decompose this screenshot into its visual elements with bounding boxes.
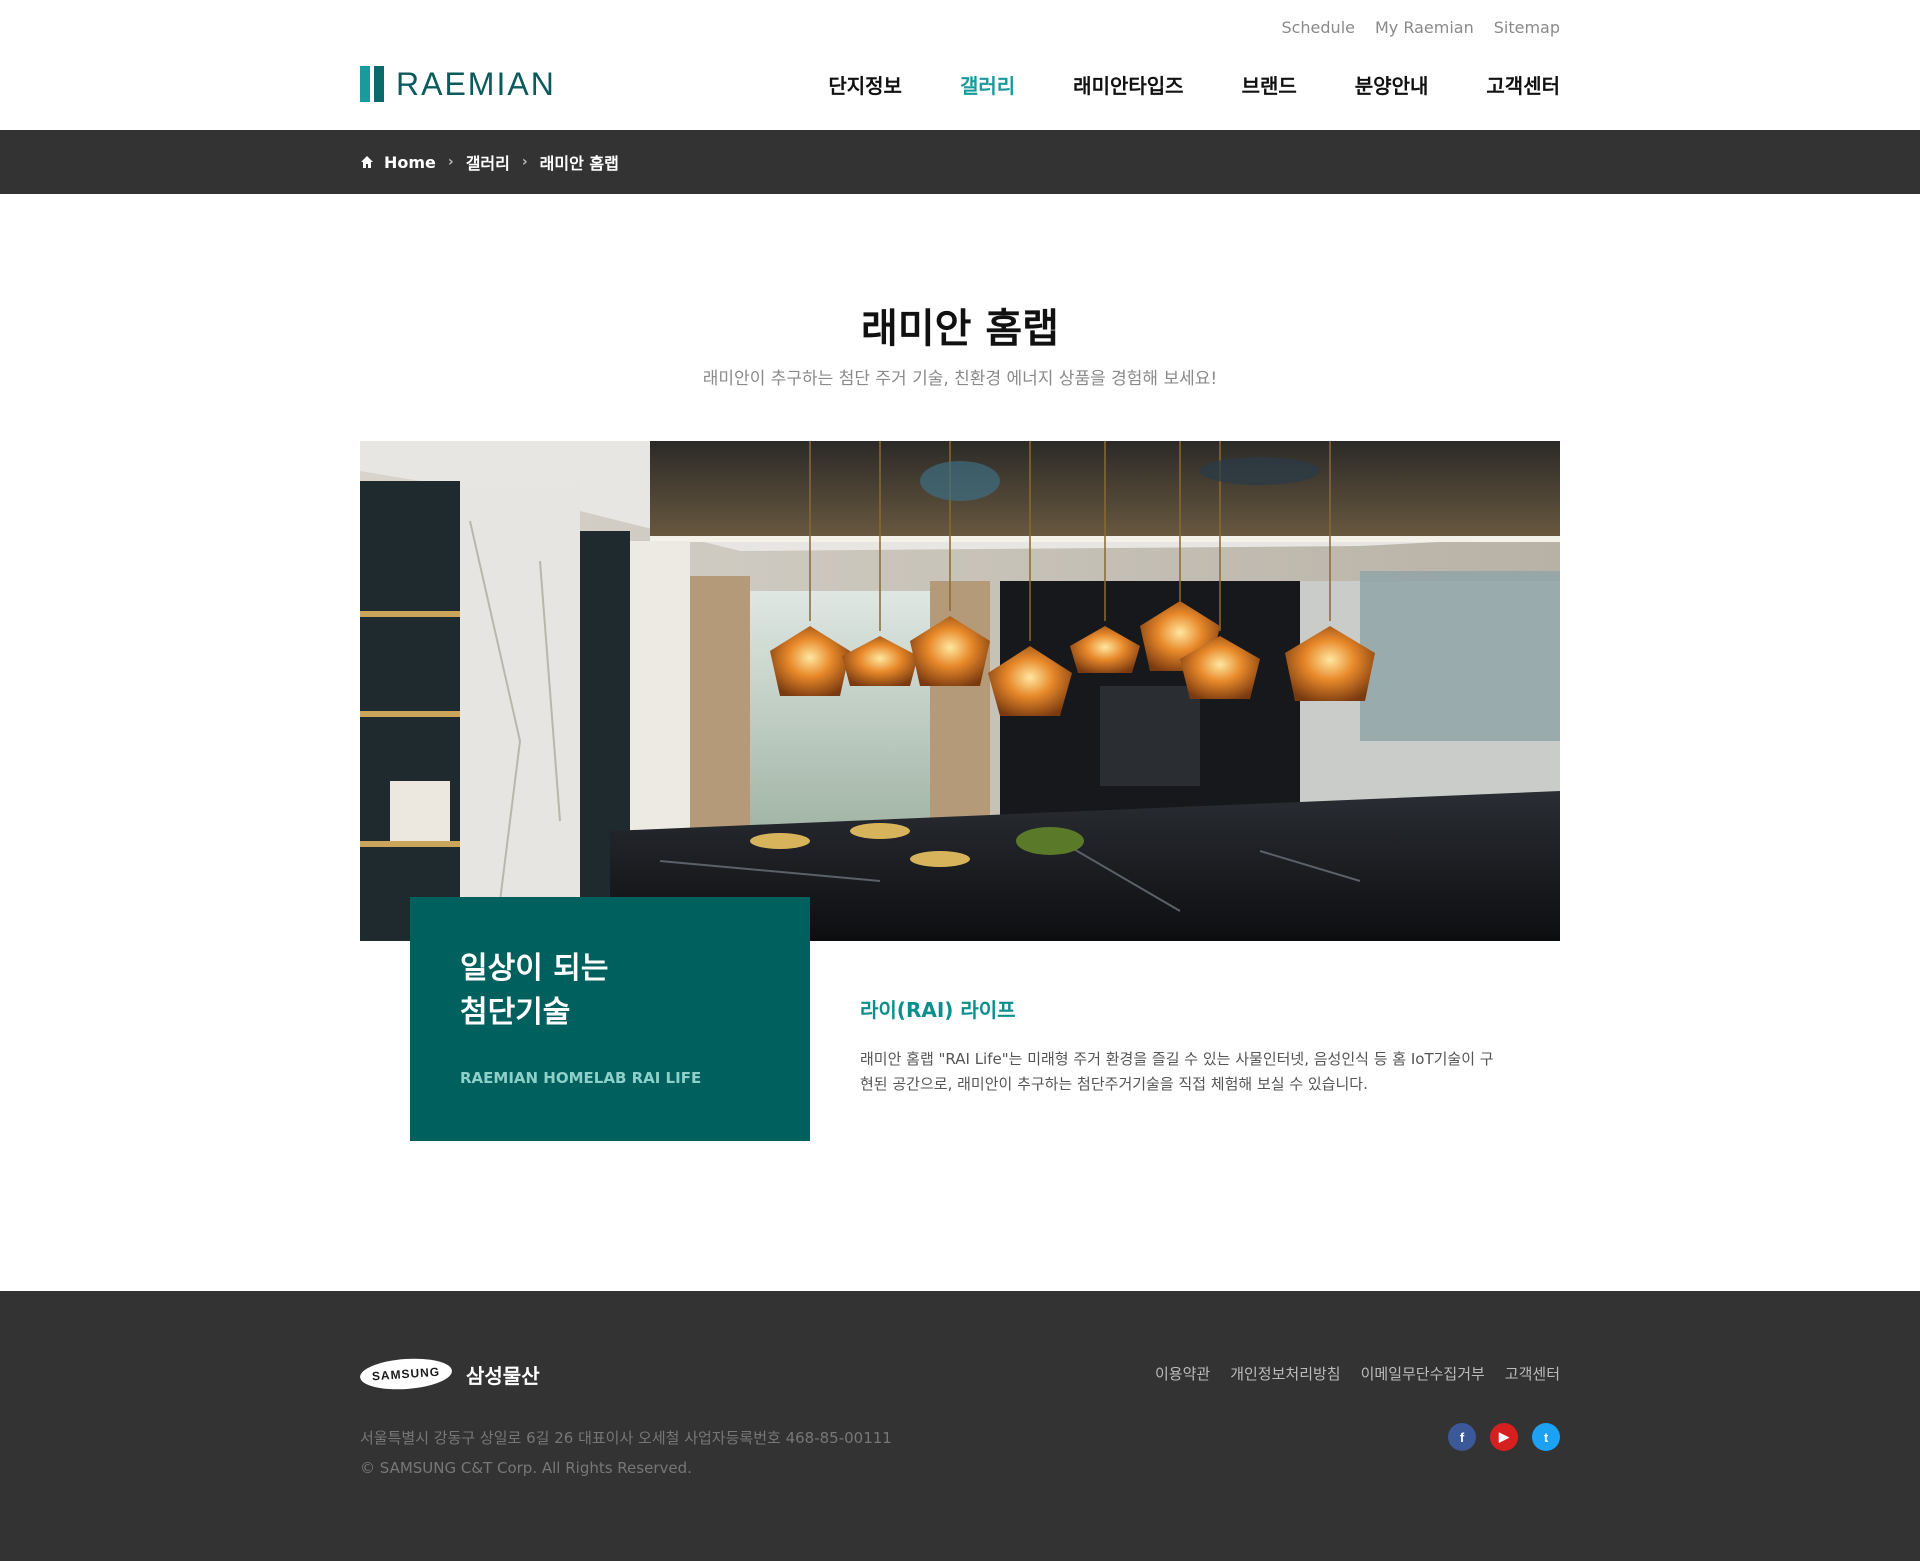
logo-text: RAEMIAN bbox=[396, 65, 556, 102]
nav-item-sales-info[interactable]: 분양안내 bbox=[1355, 70, 1429, 99]
nav-item-customer-center[interactable]: 고객센터 bbox=[1486, 70, 1560, 99]
breadcrumb-home[interactable]: Home bbox=[384, 153, 436, 172]
breadcrumb: Home › 갤러리 › 래미안 홈랩 bbox=[360, 130, 1560, 194]
utility-nav: Schedule My Raemian Sitemap bbox=[360, 18, 1560, 38]
footer-links: 이용약관 개인정보처리방침 이메일무단수집거부 고객센터 bbox=[1155, 1363, 1560, 1384]
company-name: 삼성물산 bbox=[466, 1363, 540, 1388]
description-body: 래미안 홈랩 "RAI Life"는 미래형 주거 환경을 즐길 수 있는 사물… bbox=[860, 1047, 1520, 1097]
customer-center-link[interactable]: 고객센터 bbox=[1505, 1363, 1560, 1384]
page-subtitle: 래미안이 추구하는 첨단 주거 기술, 친환경 에너지 상품을 경험해 보세요! bbox=[702, 369, 1218, 389]
nav-item-raemian-times[interactable]: 래미안타입즈 bbox=[1073, 70, 1183, 99]
raemian-logo[interactable]: RAEMIAN bbox=[360, 66, 556, 103]
main-nav: 단지정보 갤러리 래미안타입즈 브랜드 분양안내 고객센터 bbox=[828, 70, 1560, 99]
copyright: © SAMSUNG C&T Corp. All Rights Reserved. bbox=[360, 1459, 692, 1477]
footer: SAMSUNG 삼성물산 이용약관 개인정보처리방침 이메일무단수집거부 고객센… bbox=[0, 1291, 1920, 1561]
breadcrumb-gallery[interactable]: 갤러리 bbox=[466, 150, 510, 174]
sitemap-link[interactable]: Sitemap bbox=[1494, 18, 1560, 38]
description-line2: 현된 공간으로, 래미안이 추구하는 첨단주거기술을 직접 체험해 보실 수 있… bbox=[860, 1075, 1368, 1093]
homelab-hero-image bbox=[360, 441, 1560, 941]
sns-links: f ▶ t bbox=[1448, 1423, 1560, 1451]
footer-address: 서울특별시 강동구 상일로 6길 26 대표이사 오세철 사업자등록번호 468… bbox=[360, 1423, 892, 1483]
description-title: 라이(RAI) 라이프 bbox=[860, 998, 1016, 1022]
nav-item-brand[interactable]: 브랜드 bbox=[1242, 70, 1297, 99]
feature-english-caption: RAEMIAN HOMELAB RAI LIFE bbox=[460, 1069, 702, 1087]
samsung-ct-logo: SAMSUNG 삼성물산 bbox=[359, 1355, 540, 1393]
breadcrumb-bar: Home › 갤러리 › 래미안 홈랩 bbox=[0, 130, 1920, 194]
chevron-right-icon: › bbox=[521, 154, 528, 170]
schedule-link[interactable]: Schedule bbox=[1281, 18, 1355, 38]
privacy-link[interactable]: 개인정보처리방침 bbox=[1230, 1363, 1340, 1384]
header: RAEMIAN 단지정보 갤러리 래미안타입즈 브랜드 분양안내 고객센터 bbox=[360, 60, 1560, 108]
youtube-icon[interactable]: ▶ bbox=[1490, 1423, 1518, 1451]
facebook-icon[interactable]: f bbox=[1448, 1423, 1476, 1451]
nav-item-gallery[interactable]: 갤러리 bbox=[960, 70, 1015, 99]
home-icon[interactable] bbox=[360, 155, 374, 169]
page-title: 래미안 홈랩 bbox=[861, 306, 1059, 352]
description-line1: 래미안 홈랩 "RAI Life"는 미래형 주거 환경을 즐길 수 있는 사물… bbox=[860, 1050, 1494, 1068]
nav-item-complex-info[interactable]: 단지정보 bbox=[828, 70, 902, 99]
feature-heading: 일상이 되는 첨단기술 bbox=[460, 947, 760, 1035]
feature-box: 일상이 되는 첨단기술 RAEMIAN HOMELAB RAI LIFE bbox=[410, 897, 810, 1141]
breadcrumb-current: 래미안 홈랩 bbox=[539, 154, 619, 173]
chevron-right-icon: › bbox=[447, 154, 454, 170]
email-refusal-link[interactable]: 이메일무단수집거부 bbox=[1361, 1363, 1485, 1384]
description-block: 라이(RAI) 라이프 래미안 홈랩 "RAI Life"는 미래형 주거 환경… bbox=[860, 994, 1520, 1097]
feature-heading-line1: 일상이 되는 bbox=[460, 951, 609, 986]
twitter-icon[interactable]: t bbox=[1532, 1423, 1560, 1451]
samsung-logo-icon: SAMSUNG bbox=[359, 1355, 453, 1393]
logo-mark-icon bbox=[360, 66, 386, 102]
feature-heading-line2: 첨단기술 bbox=[460, 995, 571, 1030]
company-address: 서울특별시 강동구 상일로 6길 26 대표이사 오세철 사업자등록번호 468… bbox=[360, 1429, 892, 1447]
my-raemian-link[interactable]: My Raemian bbox=[1375, 18, 1474, 38]
terms-link[interactable]: 이용약관 bbox=[1155, 1363, 1210, 1384]
